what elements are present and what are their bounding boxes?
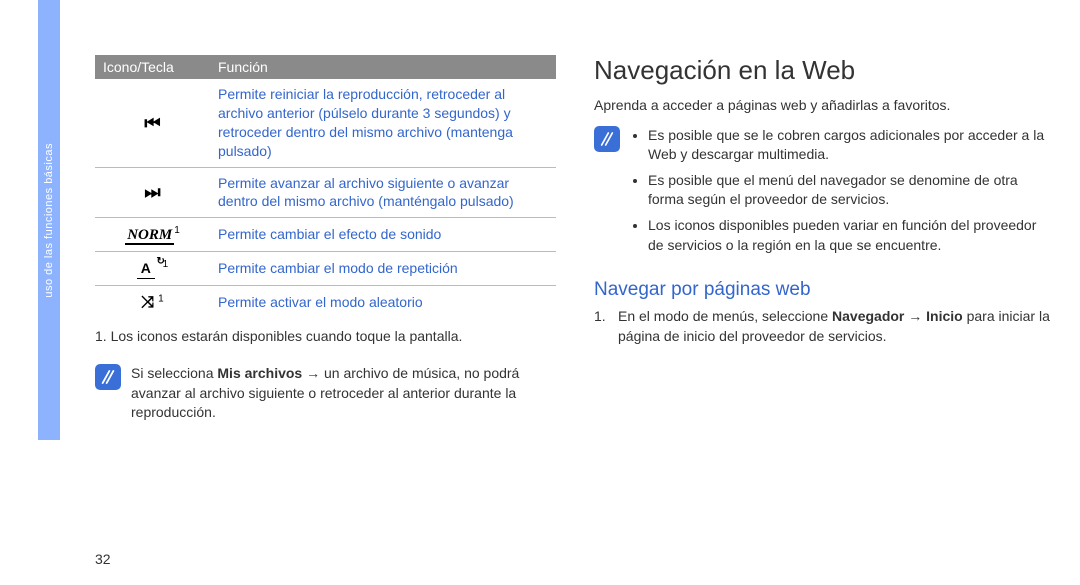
- function-cell: Permite activar el modo aleatorio: [210, 285, 556, 319]
- rewind-icon: ⏮: [95, 79, 210, 167]
- info-note-icon: [594, 126, 620, 152]
- section-intro: Aprenda a acceder a páginas web y añadir…: [594, 96, 1055, 116]
- table-row: A 1 Permite cambiar el modo de repetició…: [95, 252, 556, 286]
- right-column: Navegación en la Web Aprenda a acceder a…: [594, 55, 1055, 575]
- left-column: Icono/Tecla Función ⏮ Permite reiniciar …: [95, 55, 556, 575]
- table-footnote: 1. Los iconos estarán disponibles cuando…: [95, 327, 556, 346]
- th-function: Función: [210, 55, 556, 79]
- function-cell: Permite reiniciar la reproducción, retro…: [210, 79, 556, 167]
- function-cell: Permite cambiar el modo de repetición: [210, 252, 556, 286]
- page-content: Icono/Tecla Función ⏮ Permite reiniciar …: [95, 55, 1055, 575]
- note-item: Es posible que el menú del navegador se …: [648, 171, 1055, 210]
- subsection-heading: Navegar por páginas web: [594, 279, 1055, 301]
- shuffle-icon: ⤨ 1: [95, 285, 210, 319]
- note-item: Es posible que se le cobren cargos adici…: [648, 126, 1055, 165]
- table-row: ⏭ Permite avanzar al archivo siguiente o…: [95, 167, 556, 218]
- function-cell: Permite avanzar al archivo siguiente o a…: [210, 167, 556, 218]
- step-1: 1. En el modo de menús, seleccione Naveg…: [594, 307, 1055, 346]
- note-list: Es posible que se le cobren cargos adici…: [630, 126, 1055, 262]
- info-note-left: Si selecciona Mis archivos → un archivo …: [95, 364, 556, 423]
- norm-icon: NORM1: [95, 218, 210, 252]
- section-heading: Navegación en la Web: [594, 55, 1055, 86]
- table-row: NORM1 Permite cambiar el efecto de sonid…: [95, 218, 556, 252]
- step-number: 1.: [594, 307, 610, 346]
- note-text: Si selecciona Mis archivos → un archivo …: [131, 364, 556, 423]
- icon-function-table: Icono/Tecla Función ⏮ Permite reiniciar …: [95, 55, 556, 319]
- info-note-right: Es posible que se le cobren cargos adici…: [594, 126, 1055, 262]
- info-note-icon: [95, 364, 121, 390]
- chapter-side-tab: uso de las funciones básicas: [38, 0, 60, 440]
- table-row: ⏮ Permite reiniciar la reproducción, ret…: [95, 79, 556, 167]
- forward-icon: ⏭: [95, 167, 210, 218]
- function-cell: Permite cambiar el efecto de sonido: [210, 218, 556, 252]
- step-text: En el modo de menús, seleccione Navegado…: [618, 307, 1055, 346]
- side-tab-label: uso de las funciones básicas: [43, 143, 55, 298]
- repeat-icon: A 1: [95, 252, 210, 286]
- table-row: ⤨ 1 Permite activar el modo aleatorio: [95, 285, 556, 319]
- note-item: Los iconos disponibles pueden variar en …: [648, 216, 1055, 255]
- th-icon: Icono/Tecla: [95, 55, 210, 79]
- page-number: 32: [95, 551, 111, 567]
